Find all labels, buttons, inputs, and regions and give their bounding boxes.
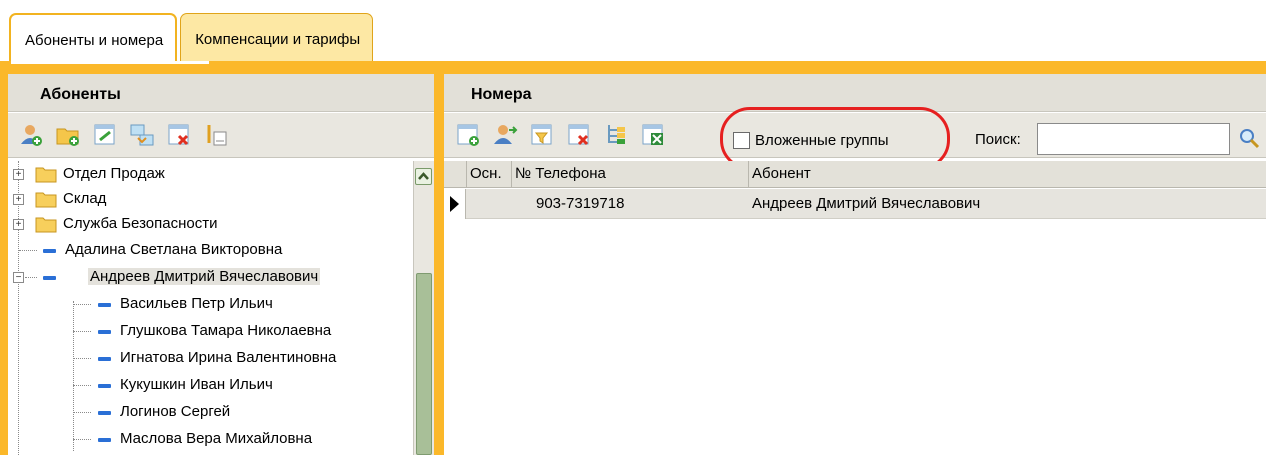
subscribers-panel-title: Абоненты <box>8 74 434 112</box>
person-icon <box>43 276 56 280</box>
move-icon <box>130 124 154 146</box>
tree-item-label: Склад <box>63 190 107 207</box>
add-number-button[interactable] <box>455 122 481 148</box>
tab-bar: Абоненты и номера Компенсации и тарифы <box>9 13 376 63</box>
tree-guide-line <box>25 277 37 278</box>
add-folder-icon <box>56 128 79 146</box>
tree-item-label: Логинов Сергей <box>120 403 231 420</box>
subscribers-tree: + Отдел Продаж + Склад + Служба Безопасн… <box>8 161 414 455</box>
edit-icon <box>94 124 115 145</box>
tree-item-person[interactable]: Васильев Петр Ильич <box>8 291 414 318</box>
tree-item-label: Отдел Продаж <box>63 165 165 182</box>
tree-item-label: Маслова Вера Михайловна <box>120 430 313 447</box>
tree-guide-line <box>73 439 91 440</box>
person-icon <box>98 303 111 307</box>
delete-icon <box>168 124 189 146</box>
tree-item-person[interactable]: Игнатова Ирина Валентиновна <box>8 345 414 372</box>
tree-item-label: Служба Безопасности <box>63 215 218 232</box>
tab-compensations-tariffs[interactable]: Компенсации и тарифы <box>180 13 374 63</box>
tree-icon <box>608 125 625 144</box>
column-header-main[interactable]: Осн. <box>466 161 511 188</box>
tree-item-person-selected[interactable]: − Андреев Дмитрий Вячеславович <box>8 264 414 291</box>
person-icon <box>98 411 111 415</box>
search-label: Поиск: <box>975 131 1021 148</box>
tree-item-label: Кукушкин Иван Ильич <box>120 376 273 393</box>
export-excel-icon <box>642 124 663 145</box>
add-subscriber-icon <box>21 125 42 146</box>
scroll-up-button[interactable] <box>415 168 432 185</box>
tree-item-folder[interactable]: + Служба Безопасности <box>8 211 414 238</box>
assign-icon <box>494 125 518 144</box>
add-subscriber-button[interactable] <box>18 122 44 148</box>
filter-button[interactable] <box>529 122 555 148</box>
tree-item-label: Адалина Светлана Викторовна <box>65 241 283 258</box>
tree-item-person[interactable]: Маслова Вера Михайловна <box>8 426 414 453</box>
search-input[interactable] <box>1037 123 1230 155</box>
tree-scrollbar[interactable] <box>413 161 434 455</box>
tree-view-button[interactable] <box>603 122 629 148</box>
chevron-up-icon <box>418 172 429 180</box>
cell-phone: 903-7319718 <box>536 195 625 212</box>
tree-item-label: Андреев Дмитрий Вячеславович <box>88 268 321 285</box>
person-icon <box>98 384 111 388</box>
tree-item-person[interactable]: Логинов Сергей <box>8 399 414 426</box>
folder-icon <box>35 217 57 233</box>
person-icon <box>98 357 111 361</box>
delete-button[interactable] <box>166 122 192 148</box>
folder-icon <box>35 167 57 183</box>
person-icon <box>98 438 111 442</box>
assign-subscriber-button[interactable] <box>492 122 518 148</box>
person-icon <box>98 330 111 334</box>
tree-item-folder[interactable]: + Склад <box>8 186 414 213</box>
delete-icon <box>568 124 589 146</box>
sort-icon <box>207 125 227 146</box>
tree-guide-line <box>19 250 37 251</box>
person-icon <box>43 249 56 253</box>
panel-splitter[interactable] <box>434 74 444 455</box>
frame-border-left <box>0 74 8 455</box>
scroll-thumb[interactable] <box>416 273 432 455</box>
subscribers-toolbar <box>8 113 434 158</box>
active-tab-connector <box>11 61 209 64</box>
tree-guide-line <box>73 358 91 359</box>
folder-icon <box>35 192 57 208</box>
tree-item-label: Игнатова Ирина Валентиновна <box>120 349 337 366</box>
column-header-phone[interactable]: № Телефона <box>511 161 748 188</box>
tree-item-person[interactable]: Адалина Светлана Викторовна <box>8 237 414 264</box>
add-folder-button[interactable] <box>55 122 81 148</box>
collapse-icon[interactable]: − <box>13 272 24 283</box>
expand-icon[interactable]: + <box>13 219 24 230</box>
cell-subscriber: Андреев Дмитрий Вячеславович <box>752 195 981 212</box>
tree-guide-line <box>73 304 91 305</box>
add-number-icon <box>457 124 479 146</box>
delete-number-button[interactable] <box>566 122 592 148</box>
row-selector-icon <box>444 189 466 219</box>
filter-icon <box>531 124 552 145</box>
tab-subscribers-numbers[interactable]: Абоненты и номера <box>9 13 178 63</box>
column-header-subscriber[interactable]: Абонент <box>748 161 1266 188</box>
sort-button[interactable] <box>203 122 229 148</box>
tree-item-label: Васильев Петр Ильич <box>120 295 273 312</box>
tree-item-folder[interactable]: + Отдел Продаж <box>8 161 414 188</box>
tree-item-person[interactable]: Глушкова Тамара Николаевна <box>8 318 414 345</box>
tree-guide-line <box>73 385 91 386</box>
numbers-grid-header: Осн. № Телефона Абонент <box>444 161 1266 188</box>
move-button[interactable] <box>129 122 155 148</box>
tree-item-person[interactable]: Кукушкин Иван Ильич <box>8 372 414 399</box>
table-row[interactable]: 903-7319718 Андреев Дмитрий Вячеславович <box>444 189 1266 219</box>
expand-icon[interactable]: + <box>13 169 24 180</box>
tree-item-label: Глушкова Тамара Николаевна <box>120 322 332 339</box>
expand-icon[interactable]: + <box>13 194 24 205</box>
search-icon[interactable] <box>1238 127 1260 149</box>
tree-guide-line <box>73 331 91 332</box>
tree-guide-line <box>73 412 91 413</box>
edit-button[interactable] <box>92 122 118 148</box>
export-excel-button[interactable] <box>640 122 666 148</box>
